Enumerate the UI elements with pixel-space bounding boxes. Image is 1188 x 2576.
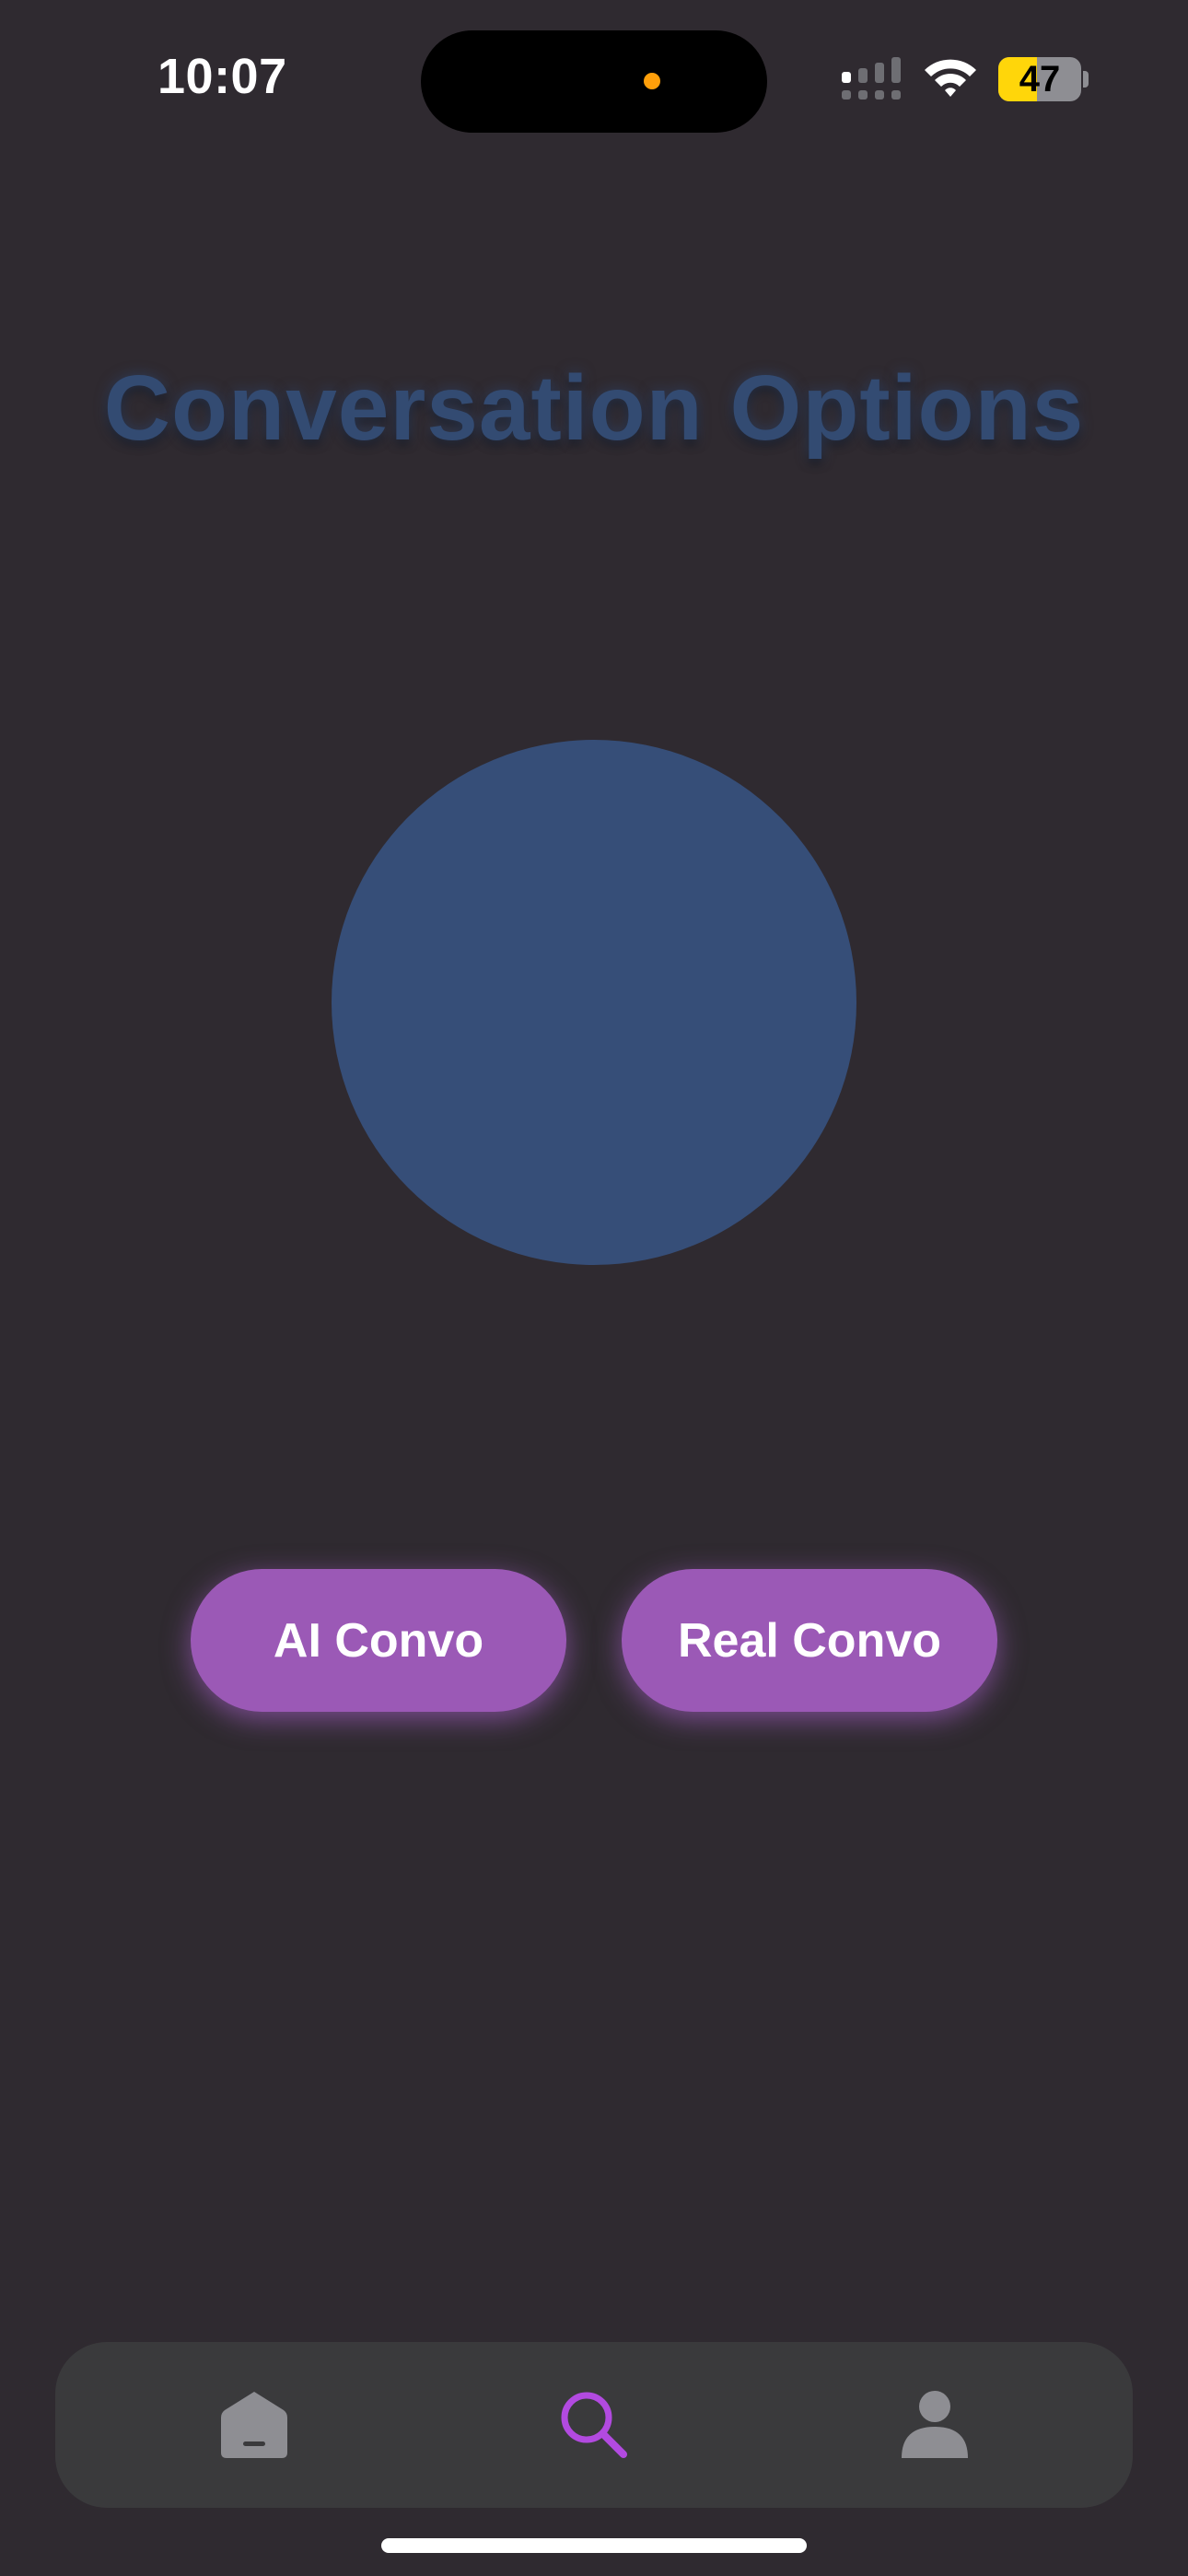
tab-search[interactable] xyxy=(502,2342,686,2508)
camera-indicator-dot xyxy=(644,73,660,89)
tab-bar xyxy=(55,2342,1133,2508)
search-icon xyxy=(561,2392,627,2458)
page-title: Conversation Options xyxy=(103,357,1085,460)
status-time: 10:07 xyxy=(157,49,287,104)
tab-home[interactable] xyxy=(162,2342,346,2508)
profile-icon xyxy=(902,2391,968,2458)
tab-profile[interactable] xyxy=(843,2342,1027,2508)
battery-cap xyxy=(1083,71,1089,88)
battery-level-text: 47 xyxy=(1019,59,1061,100)
real-convo-button[interactable]: Real Convo xyxy=(622,1569,997,1712)
home-indicator[interactable] xyxy=(381,2538,807,2553)
dynamic-island xyxy=(421,30,767,133)
voice-orb[interactable] xyxy=(332,740,856,1265)
battery-indicator: 47 xyxy=(998,57,1081,101)
cellular-signal-icon xyxy=(842,57,901,100)
wifi-icon xyxy=(925,59,976,97)
ai-convo-button[interactable]: AI Convo xyxy=(191,1569,566,1712)
home-icon xyxy=(221,2392,287,2458)
